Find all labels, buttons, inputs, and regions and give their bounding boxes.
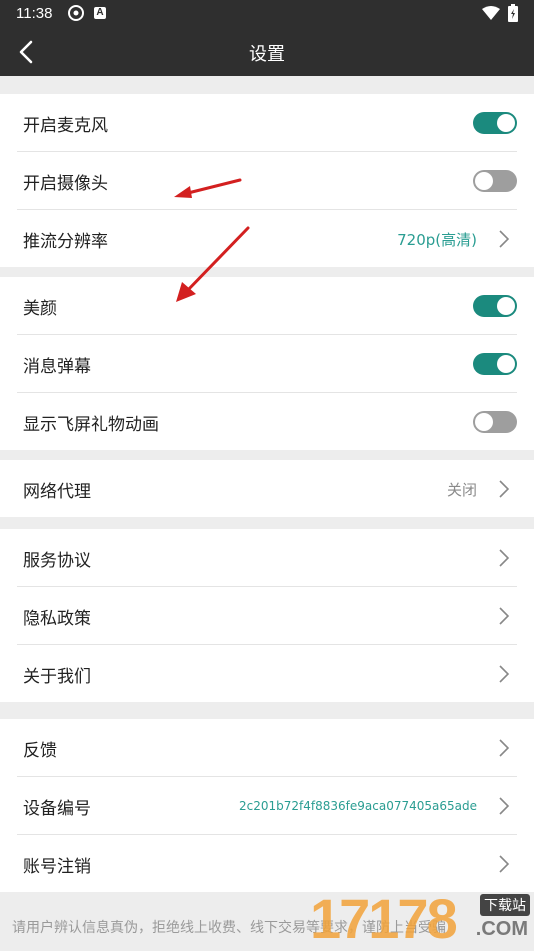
chevron-right-icon	[499, 480, 510, 498]
setting-value: 720p(高清)	[397, 231, 477, 249]
watermark-label: 下载站	[480, 894, 530, 916]
watermark-suffix: .COM	[475, 918, 528, 940]
setting-device-id[interactable]: 设备编号 2c201b72f4f8836fe9aca077405a65ade	[17, 777, 517, 835]
toggle-knob	[497, 297, 515, 315]
battery-icon	[508, 4, 518, 22]
setting-label: 开启摄像头	[23, 174, 108, 194]
setting-gift-animation[interactable]: 显示飞屏礼物动画	[17, 393, 517, 450]
setting-stream-resolution[interactable]: 推流分辨率 720p(高清)	[17, 210, 517, 267]
settings-group-network: 网络代理 关闭	[0, 460, 534, 517]
chevron-right-icon	[499, 665, 510, 683]
wifi-icon	[482, 6, 500, 20]
settings-group-display: 美颜 消息弹幕 显示飞屏礼物动画	[0, 277, 534, 450]
settings-group-about: 服务协议 隐私政策 关于我们	[0, 529, 534, 702]
setting-network-proxy[interactable]: 网络代理 关闭	[17, 460, 517, 517]
chevron-right-icon	[499, 739, 510, 757]
setting-label: 反馈	[23, 741, 57, 761]
top-nav-bar: 设置	[0, 28, 534, 76]
setting-microphone[interactable]: 开启麦克风	[17, 94, 517, 152]
chevron-right-icon	[499, 549, 510, 567]
setting-label: 推流分辨率	[23, 232, 108, 252]
setting-label: 网络代理	[23, 482, 91, 502]
setting-value: 关闭	[446, 481, 477, 499]
setting-service-agreement[interactable]: 服务协议	[17, 529, 517, 587]
toggle-knob	[475, 172, 493, 190]
setting-label: 账号注销	[23, 857, 91, 877]
setting-label: 设备编号	[23, 799, 91, 819]
setting-feedback[interactable]: 反馈	[17, 719, 517, 777]
setting-label: 开启麦克风	[23, 116, 108, 136]
status-bar: 11:38 A	[0, 0, 534, 28]
danmaku-toggle[interactable]	[473, 353, 517, 375]
setting-beauty[interactable]: 美颜	[17, 277, 517, 335]
settings-group-stream: 开启麦克风 开启摄像头 推流分辨率 720p(高清)	[0, 94, 534, 267]
app-notification-icon: A	[94, 7, 106, 19]
toggle-knob	[497, 114, 515, 132]
page-title: 设置	[249, 44, 285, 65]
setting-label: 关于我们	[23, 667, 91, 687]
setting-account-cancel[interactable]: 账号注销	[17, 835, 517, 892]
setting-danmaku[interactable]: 消息弹幕	[17, 335, 517, 393]
chevron-right-icon	[499, 855, 510, 873]
toggle-knob	[497, 355, 515, 373]
setting-about-us[interactable]: 关于我们	[17, 645, 517, 702]
setting-label: 美颜	[23, 299, 57, 319]
beauty-toggle[interactable]	[473, 295, 517, 317]
setting-label: 消息弹幕	[23, 357, 91, 377]
setting-value: 2c201b72f4f8836fe9aca077405a65ade	[239, 799, 477, 813]
chevron-right-icon	[499, 230, 510, 248]
gift-animation-toggle[interactable]	[473, 411, 517, 433]
microphone-toggle[interactable]	[473, 112, 517, 134]
watermark-digits: 17178	[310, 887, 458, 950]
settings-group-account: 反馈 设备编号 2c201b72f4f8836fe9aca077405a65ad…	[0, 719, 534, 892]
setting-label: 显示飞屏礼物动画	[23, 415, 159, 435]
chevron-right-icon	[499, 797, 510, 815]
camera-toggle[interactable]	[473, 170, 517, 192]
chevron-right-icon	[499, 607, 510, 625]
setting-label: 隐私政策	[23, 609, 91, 629]
status-time: 11:38	[16, 5, 53, 22]
setting-camera[interactable]: 开启摄像头	[17, 152, 517, 210]
watermark-logo: 17178 下载站 .COM	[310, 886, 534, 950]
setting-label: 服务协议	[23, 551, 91, 571]
toggle-knob	[475, 413, 493, 431]
setting-privacy-policy[interactable]: 隐私政策	[17, 587, 517, 645]
settings-app-icon	[68, 5, 84, 21]
